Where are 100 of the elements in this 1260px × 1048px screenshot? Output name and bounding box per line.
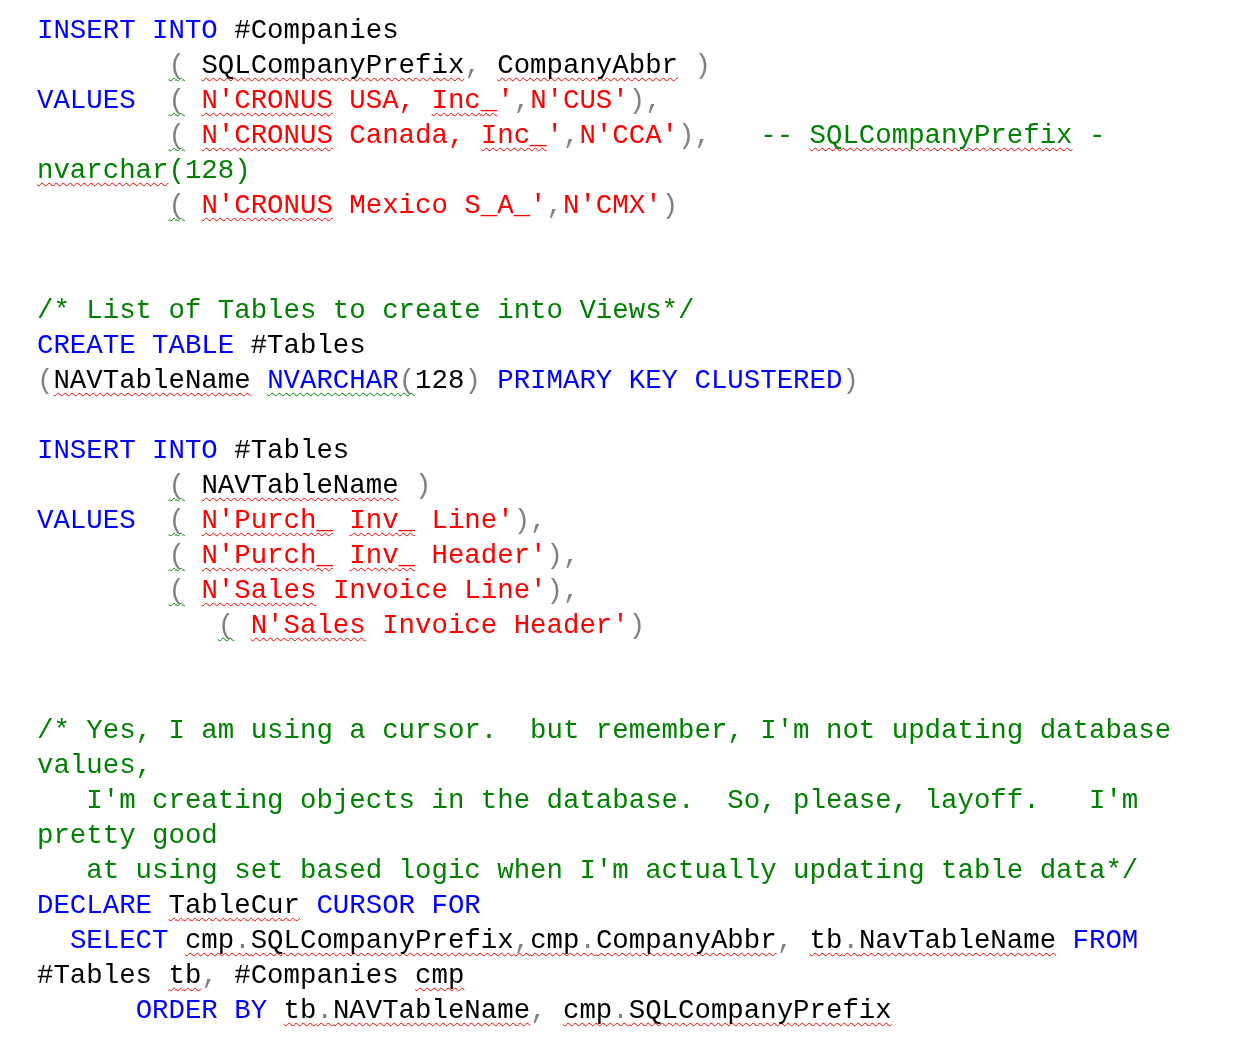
sql-keyword: VALUES [37,85,136,116]
sql-identifier: tb [283,995,317,1026]
punctuation: , [776,925,794,956]
string-literal: Inc_ [431,85,498,116]
comment-text: values, [37,750,153,781]
punctuation: ( [168,85,185,116]
sql-keyword: PRIMARY KEY CLUSTERED [497,365,843,396]
comment-text: I'm creating objects in the database. So, please, layoff. I'm [86,785,1139,816]
string-literal: Invoice Header' [382,610,629,641]
string-literal: Inv_ [349,540,416,571]
comment-text: (128) [168,155,251,186]
punctuation: . [316,995,333,1026]
sql-identifier: cmp [530,925,580,956]
punctuation: . [612,995,629,1026]
string-literal: N'CRONUS [201,190,333,221]
string-literal: N'Sales [201,575,317,606]
comment-text: pretty good [37,820,218,851]
string-literal: Invoice Line' [332,575,547,606]
sql-identifier: #Companies [234,960,399,991]
punctuation: . [579,925,596,956]
string-literal: Inc_ [480,120,547,151]
sql-identifier: 128 [415,365,465,396]
sql-identifier: NavTableName [858,925,1057,956]
string-literal: Inv_ [349,505,416,536]
punctuation: ( [168,470,185,501]
punctuation: , [563,120,580,151]
sql-identifier: tb [168,960,202,991]
string-literal: USA, [349,85,416,116]
punctuation: ) [628,610,646,641]
string-literal: Line' [431,505,514,536]
sql-identifier: #Tables [37,960,153,991]
punctuation: ( [168,50,185,81]
punctuation: ( [37,365,54,396]
sql-identifier: CompanyAbbr [497,50,679,81]
comment-text: /* List of Tables to create into Views*/ [37,295,695,326]
sql-identifier: CompanyAbbr [595,925,777,956]
string-literal: Header' [431,540,547,571]
punctuation: , [201,960,218,991]
sql-identifier: SQLCompanyPrefix [250,925,514,956]
comment-text: -- [760,120,794,151]
punctuation: ), [628,85,662,116]
punctuation: ( [168,575,185,606]
string-literal: Canada, [349,120,465,151]
sql-keyword: SELECT [69,925,169,956]
punctuation: , [546,190,563,221]
punctuation: ), [513,505,547,536]
string-literal: N'CUS' [530,85,629,116]
punctuation: ) [464,365,481,396]
string-literal: N'Purch_ [201,540,333,571]
string-literal: N'CRONUS [201,85,333,116]
punctuation: , [513,925,531,956]
comment-text: at using set based logic when I'm actually updating table data*/ [86,855,1139,886]
sql-keyword: NVARCHAR [267,365,399,396]
sql-keyword: INSERT INTO [37,15,218,46]
punctuation: ) [661,190,679,221]
punctuation: ), [546,540,580,571]
punctuation: ( [168,120,185,151]
string-literal: N'Purch_ [201,505,333,536]
string-literal: ' [546,120,563,151]
punctuation: ( [398,365,416,396]
sql-identifier: NAVTableName [53,365,251,396]
sql-identifier: NAVTableName [201,470,399,501]
string-literal: N'CMX' [563,190,662,221]
sql-keyword: VALUES [37,505,136,536]
punctuation: ), [546,575,580,606]
comment-text: SQLCompanyPrefix [809,120,1073,151]
string-literal: N'CCA' [579,120,679,151]
punctuation: ) [842,365,859,396]
punctuation: . [842,925,859,956]
sql-identifier: cmp [415,960,465,991]
string-literal: ' [497,85,514,116]
sql-identifier: cmp [563,995,613,1026]
comment-text: nvarchar [37,155,169,186]
punctuation: ( [168,505,185,536]
sql-keyword: ORDER BY [135,995,268,1026]
sql-keyword: CREATE TABLE [37,330,235,361]
punctuation: ( [168,190,185,221]
punctuation: ) [415,470,432,501]
sql-identifier: TableCur [168,890,300,921]
punctuation: ( [168,540,185,571]
string-literal: N'CRONUS [201,120,333,151]
sql-identifier: #Companies [234,15,399,46]
sql-keyword: DECLARE [37,890,153,921]
sql-identifier: SQLCompanyPrefix [628,995,892,1026]
comment-text: - [1089,120,1106,151]
sql-identifier: NAVTableName [332,995,531,1026]
punctuation: , [530,995,547,1026]
punctuation: . [234,925,251,956]
sql-keyword: FROM [1072,925,1139,956]
string-literal: N'Sales [250,610,366,641]
punctuation: ) [694,50,711,81]
sql-identifier: tb [809,925,843,956]
punctuation: ( [217,610,235,641]
comment-text: /* Yes, I am using a cursor. but remember, I'm not updating database [37,715,1172,746]
string-literal: Mexico S_A_' [349,190,547,221]
sql-identifier: #Tables [234,435,350,466]
punctuation: ), [678,120,711,151]
sql-identifier: SQLCompanyPrefix [201,50,465,81]
punctuation: , [464,50,481,81]
punctuation: , [513,85,531,116]
